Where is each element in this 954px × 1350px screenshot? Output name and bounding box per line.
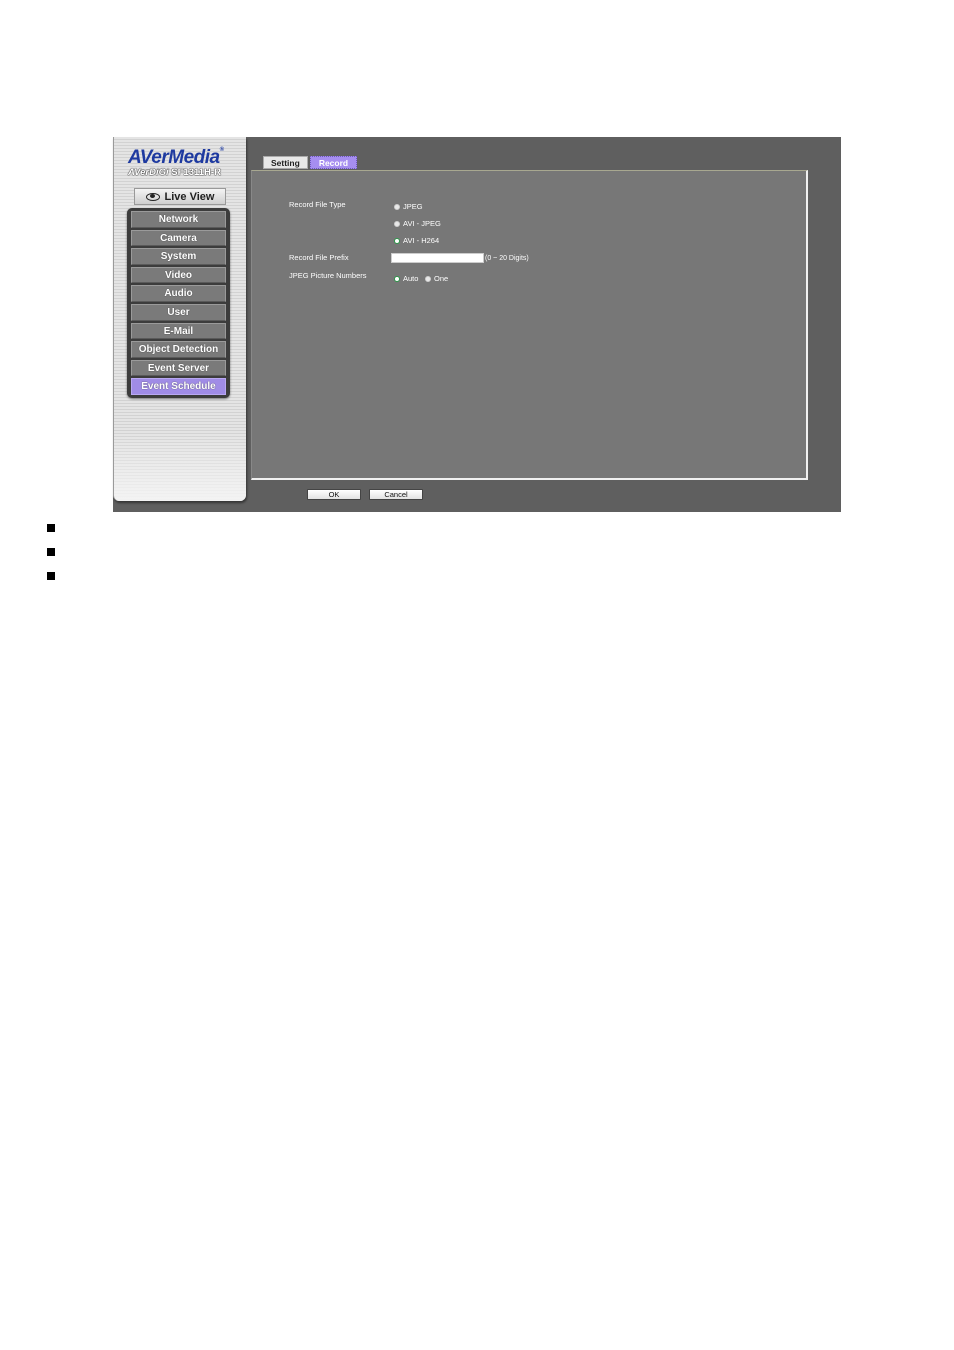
sidebar-fade: [114, 431, 246, 501]
sidebar-item-email[interactable]: E-Mail: [131, 322, 226, 340]
radio-avi-jpeg-label: AVI - JPEG: [403, 219, 441, 228]
sidebar-item-camera[interactable]: Camera: [131, 229, 226, 247]
bullet-icon: [47, 524, 55, 532]
tab-record[interactable]: Record: [309, 156, 358, 169]
record-file-prefix-input[interactable]: [391, 253, 484, 263]
sidebar-item-event-schedule[interactable]: Event Schedule: [131, 378, 226, 395]
radio-auto-label: Auto: [403, 274, 419, 283]
sidebar-item-event-server[interactable]: Event Server: [131, 359, 226, 377]
model-number: SF1311H-R: [171, 167, 221, 178]
record-file-type-label: Record File Type: [289, 200, 346, 209]
radio-avi-h264-label: AVI - H264: [403, 236, 440, 245]
radio-jpeg-label: JPEG: [403, 202, 423, 211]
sidebar-item-system[interactable]: System: [131, 248, 226, 265]
radio-one[interactable]: One: [425, 274, 448, 283]
live-view-label: Live View: [164, 190, 215, 203]
model-prefix: AVerDiGi: [128, 167, 169, 178]
cancel-button[interactable]: Cancel: [369, 489, 423, 500]
radio-one-label: One: [434, 274, 449, 283]
brand-name: AVerMedia: [128, 147, 220, 168]
brand-mark: ®: [219, 147, 224, 153]
record-settings-panel: Record File Type JPEG AVI - JPEG AVI - H…: [251, 170, 808, 480]
radio-circle-icon[interactable]: [425, 275, 431, 282]
record-file-prefix-label: Record File Prefix: [289, 253, 349, 262]
live-view-button[interactable]: Live View: [134, 188, 226, 205]
sidebar-item-object-detection[interactable]: Object Detection: [131, 341, 226, 358]
model-label: AVerDiGi SF1311H-R: [128, 167, 221, 178]
radio-checked-icon[interactable]: [394, 275, 400, 282]
brand-logo: AVerMedia®: [128, 147, 224, 169]
jpeg-picture-numbers-label: JPEG Picture Numbers: [289, 271, 367, 280]
radio-avi-h264[interactable]: AVI - H264: [394, 236, 439, 245]
eye-icon: [145, 192, 160, 201]
radio-checked-icon[interactable]: [394, 237, 400, 244]
ok-button[interactable]: OK: [307, 489, 361, 500]
radio-auto[interactable]: Auto: [394, 274, 418, 283]
app-window: AVerMedia® AVerDiGi SF1311H-R Live View …: [113, 137, 841, 512]
sidebar-item-video[interactable]: Video: [131, 266, 226, 284]
radio-avi-jpeg[interactable]: AVI - JPEG: [394, 219, 441, 228]
settings-menu: Network Camera System Video Audio User E…: [127, 208, 230, 398]
bullet-icon: [47, 548, 55, 556]
sidebar-item-audio[interactable]: Audio: [131, 285, 226, 302]
tab-setting[interactable]: Setting: [263, 156, 308, 169]
prefix-hint: (0 ~ 20 Digits): [485, 255, 529, 262]
bullet-icon: [47, 572, 55, 580]
radio-jpeg[interactable]: JPEG: [394, 202, 423, 211]
sidebar-item-user[interactable]: User: [131, 303, 226, 321]
tab-bar: Setting Record: [263, 156, 358, 169]
radio-circle-icon[interactable]: [394, 220, 400, 227]
sidebar: AVerMedia® AVerDiGi SF1311H-R Live View …: [113, 137, 246, 501]
sidebar-item-network[interactable]: Network: [131, 211, 226, 228]
radio-circle-icon[interactable]: [394, 203, 400, 210]
